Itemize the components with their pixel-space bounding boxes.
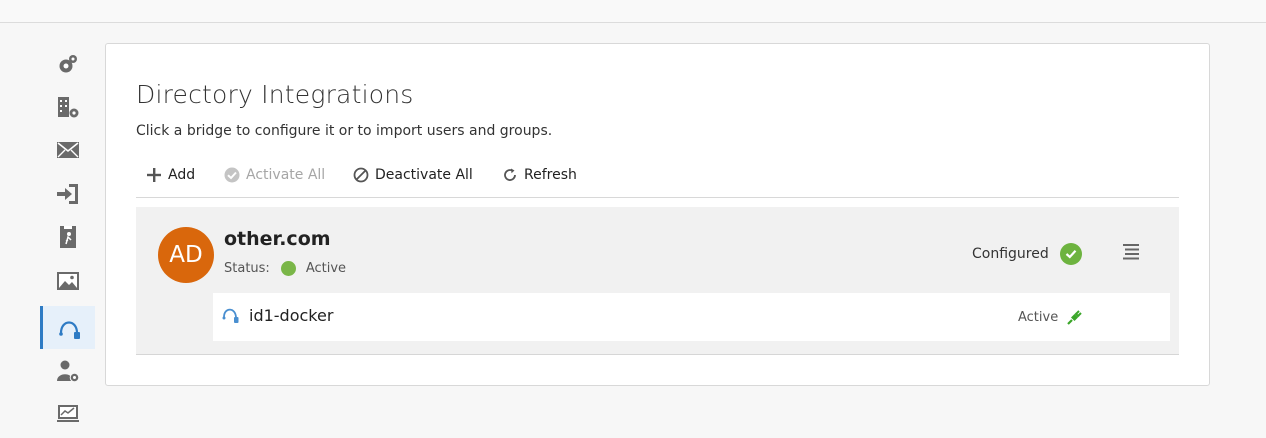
toolbar: Add Activate All Deactivate All Refresh	[136, 157, 1179, 198]
sidebar-item-policies[interactable]	[40, 215, 95, 258]
sidebar-item-email[interactable]	[40, 128, 95, 171]
configured-indicator: Configured	[972, 243, 1082, 265]
configured-label: Configured	[972, 246, 1049, 262]
deactivate-all-button[interactable]: Deactivate All	[353, 167, 473, 183]
page-title: Directory Integrations	[136, 80, 414, 109]
check-circle-icon	[1059, 243, 1082, 265]
directory-cable-icon	[59, 320, 80, 339]
status-label: Status:	[224, 261, 270, 276]
building-settings-icon	[57, 96, 78, 117]
bridge-card[interactable]: AD other.com Status: Active Configured i…	[136, 207, 1179, 355]
agent-status-label: Active	[1018, 309, 1059, 325]
plug-icon	[1067, 310, 1082, 325]
deactivate-all-label: Deactivate All	[375, 167, 473, 183]
page-subtitle: Click a bridge to configure it or to imp…	[136, 123, 553, 139]
add-button-label: Add	[168, 167, 196, 183]
check-circle-icon	[224, 167, 240, 183]
ban-icon	[353, 167, 369, 183]
user-settings-icon	[56, 360, 79, 382]
settings-gear-icon	[59, 54, 77, 72]
sign-in-arrow-icon	[56, 183, 78, 204]
main-panel: Directory Integrations Click a bridge to…	[105, 43, 1210, 386]
sidebar-item-login[interactable]	[40, 172, 95, 215]
sidebar-item-branding[interactable]	[40, 259, 95, 302]
document-person-icon	[59, 225, 76, 248]
refresh-button[interactable]: Refresh	[502, 167, 577, 183]
agent-cable-icon	[221, 305, 241, 325]
top-bar	[0, 0, 1266, 23]
sidebar-item-settings[interactable]	[40, 42, 95, 85]
agent-row[interactable]: id1-docker Active	[213, 293, 1170, 341]
sidebar-item-user-settings[interactable]	[40, 349, 95, 392]
add-button[interactable]: Add	[146, 167, 195, 183]
image-icon	[56, 271, 79, 290]
envelope-icon	[56, 141, 79, 158]
activate-all-button[interactable]: Activate All	[224, 167, 325, 183]
hamburger-menu-icon[interactable]	[1123, 243, 1139, 261]
refresh-icon	[502, 167, 518, 183]
sidebar-item-reports[interactable]	[40, 392, 95, 435]
sidebar-item-directory-integrations[interactable]	[40, 306, 95, 349]
bridge-avatar: AD	[158, 227, 214, 283]
refresh-label: Refresh	[524, 167, 577, 183]
status-dot-icon	[280, 261, 296, 276]
activate-all-label: Activate All	[246, 167, 326, 183]
plus-icon	[146, 167, 162, 183]
status-value: Active	[305, 261, 347, 276]
bridge-name[interactable]: other.com	[224, 228, 331, 250]
monitor-chart-icon	[56, 404, 79, 422]
agent-name: id1-docker	[249, 306, 334, 325]
sidebar-item-organization[interactable]	[40, 85, 95, 128]
agent-status: Active	[1018, 308, 1084, 326]
bridge-status: Status: Active	[224, 261, 346, 276]
